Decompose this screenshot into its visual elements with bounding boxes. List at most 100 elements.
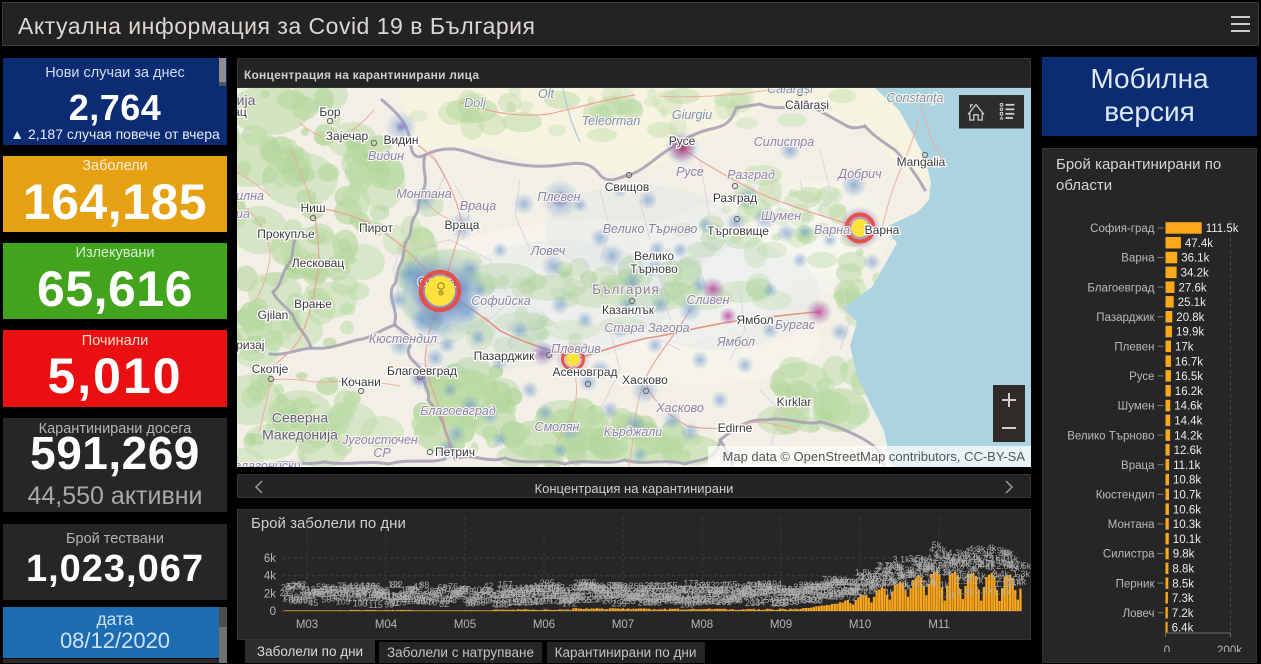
svg-text:Стара Загора: Стара Загора	[604, 321, 689, 335]
svg-text:Ниш: Ниш	[301, 201, 326, 215]
svg-text:Благоевград: Благоевград	[387, 364, 457, 378]
svg-text:17k: 17k	[1175, 341, 1194, 353]
svg-text:Кюстендил: Кюстендил	[369, 332, 437, 346]
svg-text:Југоисточен: Југоисточен	[341, 433, 418, 447]
svg-text:8.5k: 8.5k	[1172, 578, 1194, 590]
svg-text:14.4k: 14.4k	[1174, 415, 1202, 427]
svg-text:Скопје: Скопје	[252, 362, 289, 376]
svg-text:Пазарджик: Пазарджик	[1096, 311, 1155, 323]
svg-text:M09: M09	[770, 619, 792, 631]
svg-text:Плевен: Плевен	[1114, 341, 1154, 353]
svg-text:Лесковац: Лесковац	[292, 256, 345, 270]
svg-text:M05: M05	[454, 619, 476, 631]
svg-text:Софийска: Софийска	[471, 294, 530, 308]
svg-text:Велико Търново: Велико Търново	[603, 222, 698, 236]
svg-text:Călărași: Călărași	[785, 98, 829, 112]
svg-text:Ямбол: Ямбол	[736, 313, 773, 327]
svg-text:Бор: Бор	[319, 105, 341, 119]
svg-text:M07: M07	[612, 619, 634, 631]
svg-text:Gjilan: Gjilan	[258, 308, 289, 322]
svg-text:иа: иа	[237, 207, 250, 221]
svg-text:Ловеч: Ловеч	[530, 244, 566, 258]
svg-text:16.5k: 16.5k	[1175, 371, 1203, 383]
svg-text:Хасково: Хасково	[655, 401, 704, 415]
svg-text:Mangalia: Mangalia	[897, 155, 946, 169]
svg-text:1.2k: 1.2k	[939, 589, 957, 599]
svg-text:Шумен: Шумен	[1118, 400, 1155, 412]
svg-text:0: 0	[270, 606, 276, 618]
svg-text:14.6k: 14.6k	[1174, 400, 1202, 412]
svg-text:2.5k: 2.5k	[1014, 561, 1031, 571]
svg-text:11.1k: 11.1k	[1173, 459, 1201, 471]
svg-text:111.5k: 111.5k	[1206, 223, 1239, 235]
svg-text:Кърджали: Кърджали	[604, 425, 662, 439]
svg-text:20.8k: 20.8k	[1176, 311, 1204, 323]
svg-text:Călărași: Călărași	[767, 88, 814, 96]
svg-text:Монтана: Монтана	[1108, 519, 1155, 531]
svg-text:Казанлък: Казанлък	[602, 303, 655, 317]
svg-text:1k: 1k	[940, 580, 950, 590]
svg-text:Пирот: Пирот	[359, 221, 393, 235]
svg-text:Map data © OpenStreetMap contr: Map data © OpenStreetMap contributors, C…	[723, 449, 1026, 464]
svg-text:Прокупље: Прокупље	[257, 227, 315, 241]
svg-text:Видин: Видин	[383, 133, 418, 147]
svg-text:Хасково: Хасково	[622, 373, 668, 387]
svg-text:Constanța: Constanța	[887, 91, 944, 105]
svg-text:Шумен: Шумен	[761, 209, 801, 223]
svg-text:M06: M06	[533, 619, 555, 631]
svg-text:Ловеч: Ловеч	[1123, 607, 1155, 619]
svg-text:Разград: Разград	[727, 168, 775, 182]
svg-text:1.4k: 1.4k	[957, 586, 975, 596]
svg-text:Варна: Варна	[1121, 252, 1155, 264]
svg-text:200k: 200k	[1217, 645, 1242, 652]
svg-text:Силистра: Силистра	[1103, 548, 1155, 560]
svg-text:еризај: еризај	[237, 338, 264, 352]
svg-text:3k: 3k	[1016, 572, 1026, 582]
svg-text:8.8k: 8.8k	[1172, 563, 1194, 575]
svg-text:25.1k: 25.1k	[1178, 297, 1206, 309]
svg-text:Враца: Враца	[460, 199, 497, 213]
svg-text:M04: M04	[375, 619, 398, 631]
svg-text:Kırklar: Kırklar	[777, 395, 812, 409]
svg-text:36.1k: 36.1k	[1181, 252, 1209, 264]
svg-text:Пелагониски: Пелагониски	[237, 459, 301, 467]
svg-text:Врање: Врање	[294, 297, 332, 311]
svg-text:Бургас: Бургас	[775, 318, 816, 332]
svg-text:Търново: Търново	[630, 262, 678, 276]
svg-text:Русе: Русе	[669, 134, 696, 148]
svg-text:M11: M11	[928, 619, 950, 631]
svg-text:Кочани: Кочани	[341, 375, 381, 389]
svg-text:10.1k: 10.1k	[1173, 533, 1201, 545]
svg-text:4k: 4k	[264, 571, 276, 583]
svg-text:Русе: Русе	[1129, 371, 1154, 383]
svg-text:Edirne: Edirne	[718, 421, 753, 435]
svg-text:7.3k: 7.3k	[1172, 593, 1194, 605]
svg-text:16.7k: 16.7k	[1175, 356, 1203, 368]
svg-text:1.8k: 1.8k	[921, 578, 939, 588]
svg-text:Ямбол: Ямбол	[716, 335, 755, 349]
svg-text:10.3k: 10.3k	[1173, 519, 1201, 531]
svg-text:Разград: Разград	[713, 191, 757, 205]
svg-text:12.6k: 12.6k	[1174, 445, 1202, 457]
svg-text:Северна: Северна	[272, 410, 328, 426]
svg-text:Пловдив: Пловдив	[551, 342, 601, 356]
svg-text:Видин: Видин	[368, 149, 404, 163]
svg-text:Добрич: Добрич	[836, 167, 882, 181]
svg-text:София-град: София-град	[1090, 223, 1155, 235]
svg-text:27.6k: 27.6k	[1179, 282, 1207, 294]
svg-text:Петрич: Петрич	[435, 445, 475, 459]
svg-text:Olt: Olt	[538, 88, 555, 101]
svg-text:M10: M10	[849, 619, 871, 631]
svg-text:Кюстендил: Кюстендил	[1096, 489, 1155, 501]
svg-text:1.2k: 1.2k	[975, 586, 993, 596]
svg-text:Велико Търново: Велико Търново	[1067, 430, 1154, 442]
svg-text:Благоевград: Благоевград	[420, 404, 496, 418]
svg-text:16.2k: 16.2k	[1175, 385, 1203, 397]
svg-text:СР: СР	[373, 446, 391, 460]
svg-text:илна: илна	[237, 189, 264, 203]
svg-text:Велико: Велико	[634, 249, 674, 263]
svg-text:Асеновград: Асеновград	[552, 365, 617, 379]
svg-text:Враца: Враца	[1121, 459, 1155, 471]
svg-text:Силистра: Силистра	[754, 135, 814, 149]
svg-text:1k: 1k	[885, 588, 895, 598]
